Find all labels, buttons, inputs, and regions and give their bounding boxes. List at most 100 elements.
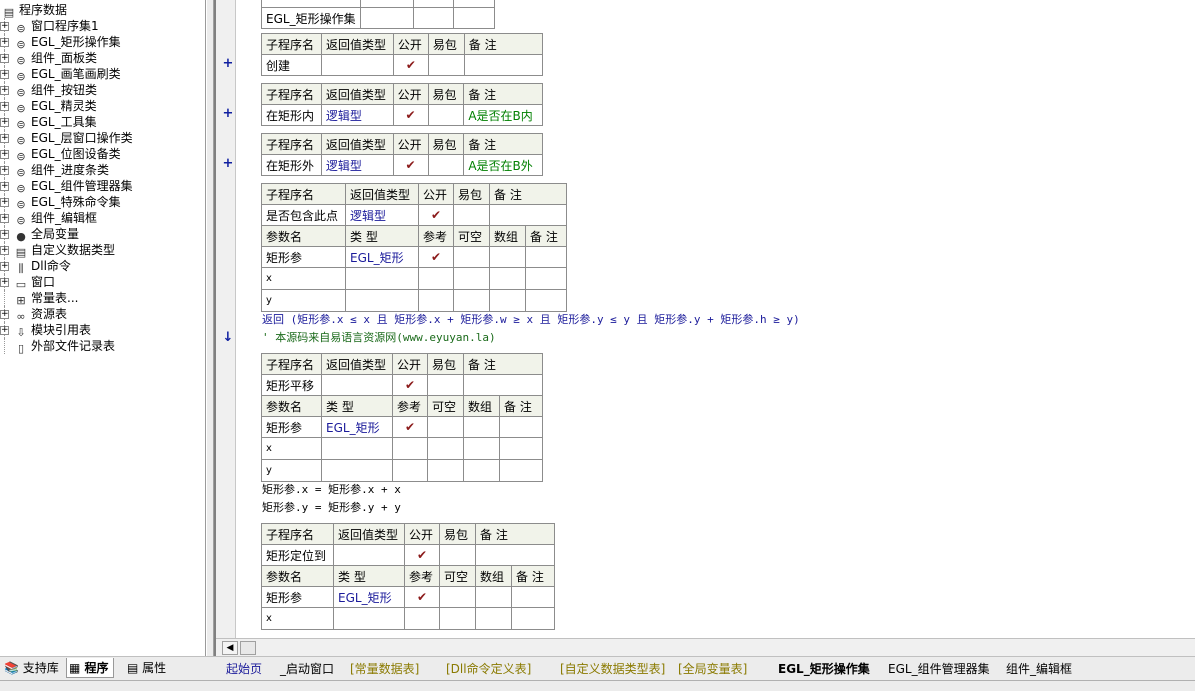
code-line-return[interactable]: 返回 (矩形参.x ≤ x 且 矩形参.x + 矩形参.w ≥ x 且 矩形参.… — [262, 313, 800, 327]
easy-cell[interactable] — [453, 204, 490, 226]
tree-item[interactable]: + ▭ 窗口 — [0, 274, 205, 291]
tree-item[interactable]: + ⊜ EGL_层窗口操作类 — [0, 130, 205, 147]
expand-icon[interactable]: + — [0, 118, 9, 127]
expand-icon[interactable]: + — [0, 54, 9, 63]
sub-name-cell[interactable]: 矩形平移 — [261, 374, 322, 396]
tree-item[interactable]: + ⊜ EGL_特殊命令集 — [0, 194, 205, 211]
scroll-left-arrow-icon[interactable]: ◀ — [222, 641, 238, 655]
sub-name-cell[interactable]: 在矩形外 — [261, 154, 322, 176]
tree-item[interactable]: + ▤ 自定义数据类型 — [0, 242, 205, 259]
horizontal-scrollbar[interactable]: ◀ — [216, 638, 1195, 656]
tree-item[interactable]: + ⊜ EGL_精灵类 — [0, 98, 205, 115]
expand-plus-icon[interactable]: + — [222, 106, 234, 121]
editor-tab[interactable]: _启动窗口 — [280, 659, 334, 679]
param-name-cell[interactable]: 矩形参 — [261, 246, 346, 268]
param-type-cell[interactable]: EGL_矩形 — [333, 586, 405, 608]
param-type-cell[interactable]: EGL_矩形 — [321, 416, 393, 438]
public-check[interactable]: ✔ — [418, 204, 454, 226]
expand-icon[interactable]: + — [0, 134, 9, 143]
tree-item[interactable]: + ⇩ 模块引用表 — [0, 322, 205, 339]
expand-icon[interactable]: + — [0, 22, 9, 31]
param-name-cell[interactable]: x — [261, 607, 334, 630]
expand-plus-icon[interactable]: + — [222, 156, 234, 171]
editor-tab[interactable]: 起始页 — [226, 659, 262, 679]
editor-tab[interactable]: 组件_编辑框 — [1006, 659, 1072, 679]
tree-item[interactable]: + ⊜ 窗口程序集1 — [0, 18, 205, 35]
expand-icon[interactable]: + — [0, 214, 9, 223]
expand-icon[interactable]: + — [0, 150, 9, 159]
easy-cell[interactable] — [427, 154, 465, 176]
expand-plus-icon[interactable]: + — [222, 56, 234, 71]
easy-cell[interactable] — [427, 104, 465, 126]
ref-check[interactable]: ✔ — [404, 586, 440, 608]
tree-item[interactable]: ▯ 外部文件记录表 — [0, 338, 205, 355]
tree-item[interactable]: ⊞ 常量表... — [0, 290, 205, 307]
param-name-cell[interactable]: 矩形参 — [261, 416, 322, 438]
ret-type-cell[interactable] — [320, 54, 394, 76]
editor-tab[interactable]: [Dll命令定义表] — [446, 659, 531, 679]
code-line-comment[interactable]: ' 本源码来自易语言资源网(www.eyuyan.la) — [262, 331, 496, 345]
param-name-cell[interactable]: y — [261, 459, 322, 482]
editor-tab[interactable]: EGL_组件管理器集 — [888, 659, 990, 679]
editor-tab[interactable]: [自定义数据类型表] — [560, 659, 665, 679]
ref-check[interactable]: ✔ — [392, 416, 428, 438]
class-name-cell[interactable]: EGL_矩形操作集 — [261, 7, 361, 29]
easy-cell[interactable] — [427, 54, 465, 76]
tree-root[interactable]: ▤ 程序数据 — [0, 2, 205, 19]
code-line-y[interactable]: 矩形参.y = 矩形参.y + y — [262, 501, 401, 515]
expand-icon[interactable]: + — [0, 246, 9, 255]
tree-item[interactable]: + ⊜ 组件_面板类 — [0, 50, 205, 67]
ret-type-cell[interactable]: 逻辑型 — [345, 204, 419, 226]
tree-item[interactable]: + ● 全局变量 — [0, 226, 205, 243]
note-cell[interactable] — [463, 54, 544, 76]
expand-icon[interactable]: + — [0, 86, 9, 95]
expand-icon[interactable]: + — [0, 326, 9, 335]
tab-properties[interactable]: ▤ 属性 — [125, 658, 166, 678]
expand-icon[interactable]: + — [0, 278, 9, 287]
expand-icon[interactable]: + — [0, 102, 9, 111]
expand-icon[interactable]: + — [0, 310, 9, 319]
public-check[interactable]: ✔ — [404, 544, 440, 566]
public-check[interactable]: ✔ — [392, 154, 429, 176]
sub-name-cell[interactable]: 是否包含此点 — [261, 204, 346, 226]
expand-icon[interactable]: + — [0, 182, 9, 191]
ret-type-cell[interactable] — [321, 374, 393, 396]
ref-check[interactable]: ✔ — [418, 246, 454, 268]
expand-icon[interactable]: + — [0, 230, 9, 239]
param-name-cell[interactable]: x — [261, 267, 346, 290]
note-cell[interactable]: A是否在B内 — [463, 104, 543, 126]
ret-type-cell[interactable]: 逻辑型 — [320, 104, 394, 126]
public-check[interactable]: ✔ — [392, 104, 429, 126]
sub-name-cell[interactable]: 在矩形内 — [261, 104, 322, 126]
sub-name-cell[interactable]: 创建 — [261, 54, 322, 76]
expand-icon[interactable]: + — [0, 38, 9, 47]
param-name-cell[interactable]: y — [261, 289, 346, 312]
expand-icon[interactable]: + — [0, 70, 9, 79]
sub-name-cell[interactable]: 矩形定位到 — [261, 544, 334, 566]
tree-item[interactable]: + ⊜ EGL_组件管理器集 — [0, 178, 205, 195]
tree-item[interactable]: + ⊜ EGL_位图设备类 — [0, 146, 205, 163]
public-check[interactable]: ✔ — [392, 54, 429, 76]
tab-support-library[interactable]: 📚 支持库 — [2, 658, 59, 678]
public-check[interactable]: ✔ — [392, 374, 428, 396]
panel-splitter[interactable] — [206, 0, 214, 660]
tree-item[interactable]: + ⊜ EGL_画笔画刷类 — [0, 66, 205, 83]
tree-item[interactable]: + ⊜ 组件_编辑框 — [0, 210, 205, 227]
tab-program[interactable]: ▦ 程序 — [66, 658, 114, 678]
tree-item[interactable]: + ∞ 资源表 — [0, 306, 205, 323]
tree-item[interactable]: + ⊜ EGL_矩形操作集 — [0, 34, 205, 51]
tree-item[interactable]: + ⊜ 组件_按钮类 — [0, 82, 205, 99]
editor-tab[interactable]: EGL_矩形操作集 — [778, 659, 870, 679]
ret-type-cell[interactable]: 逻辑型 — [320, 154, 394, 176]
expand-icon[interactable]: + — [0, 262, 9, 271]
expand-icon[interactable]: + — [0, 166, 9, 175]
editor-tab[interactable]: [常量数据表] — [350, 659, 419, 679]
tree-item[interactable]: + ⊜ EGL_工具集 — [0, 114, 205, 131]
code-line-x[interactable]: 矩形参.x = 矩形参.x + x — [262, 483, 401, 497]
tree-item[interactable]: + ⊜ 组件_进度条类 — [0, 162, 205, 179]
param-type-cell[interactable]: EGL_矩形 — [345, 246, 419, 268]
tree-item[interactable]: + ⫼ Dll命令 — [0, 258, 205, 275]
expand-icon[interactable]: + — [0, 198, 9, 207]
ret-type-cell[interactable] — [333, 544, 405, 566]
note-cell[interactable] — [489, 204, 567, 226]
